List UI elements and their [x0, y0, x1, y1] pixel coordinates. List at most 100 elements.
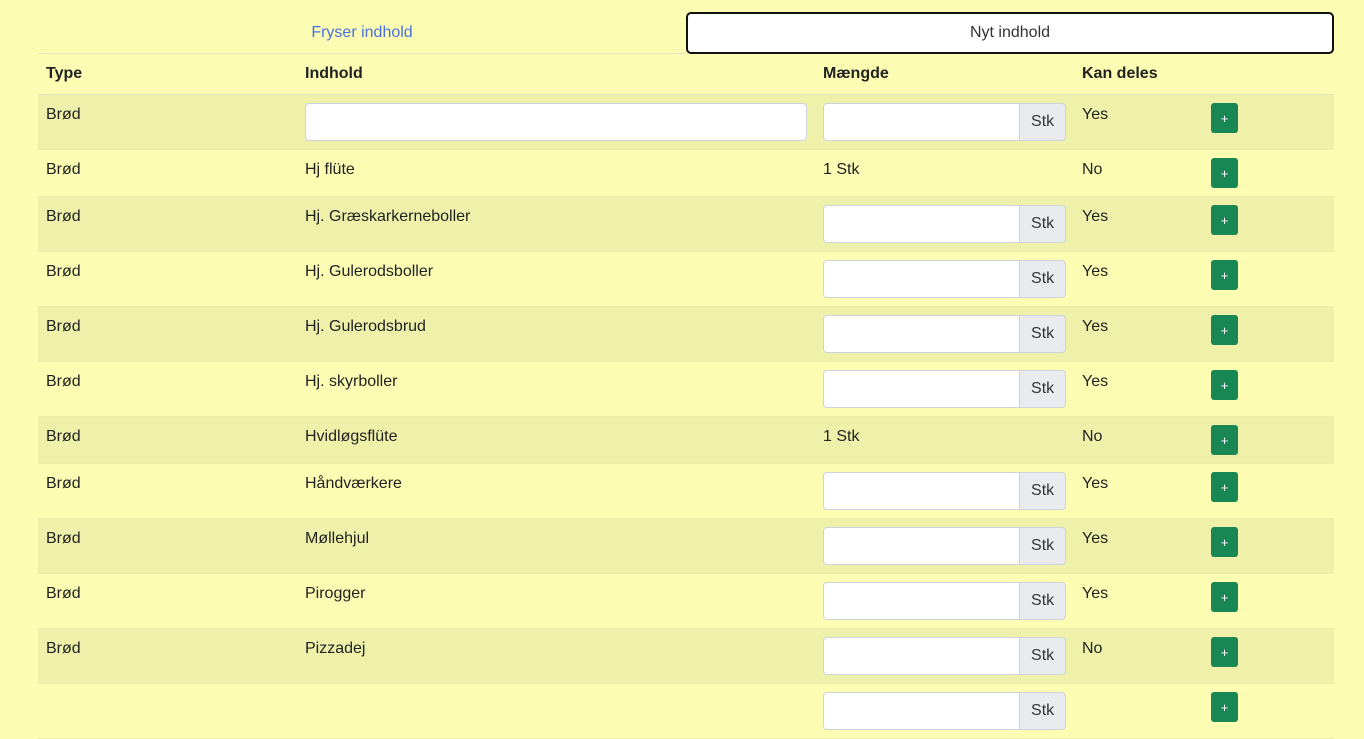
cell-quantity: Stk: [815, 251, 1074, 307]
cell-content: Hvidløgsflüte: [297, 416, 815, 464]
cell-type: Brød: [38, 628, 297, 684]
add-button[interactable]: +: [1211, 637, 1238, 667]
cell-content: [297, 683, 815, 739]
content-name: Pirogger: [305, 585, 366, 602]
cell-shareable: Yes: [1074, 361, 1203, 417]
content-name: Hj flüte: [305, 161, 355, 178]
add-button[interactable]: +: [1211, 103, 1238, 133]
column-header-quantity: Mængde: [815, 54, 1074, 95]
column-header-shareable: Kan deles: [1074, 54, 1203, 95]
content-name: Hj. Græskarkerneboller: [305, 208, 471, 225]
quantity-input-group: Stk: [823, 472, 1066, 510]
cell-action: +: [1203, 683, 1334, 739]
cell-action: +: [1203, 251, 1334, 307]
cell-shareable: Yes: [1074, 463, 1203, 519]
quantity-input-group: Stk: [823, 260, 1066, 298]
cell-quantity: 1 Stk: [815, 416, 1074, 464]
cell-type: Brød: [38, 196, 297, 252]
cell-type: Brød: [38, 463, 297, 519]
quantity-input-group: Stk: [823, 315, 1066, 353]
cell-quantity: Stk: [815, 463, 1074, 519]
cell-content: [297, 94, 815, 150]
shareable-value: Yes: [1082, 585, 1109, 602]
cell-action: +: [1203, 361, 1334, 417]
tab-bar: Fryser indhold Nyt indhold: [38, 0, 1334, 54]
table-row: Brød Hj. Gulerodsboller Stk Yes +: [38, 251, 1334, 307]
add-button[interactable]: +: [1211, 472, 1238, 502]
quantity-input-group: Stk: [823, 205, 1066, 243]
type-value: Brød: [46, 373, 81, 390]
table-body: Brød Stk Yes + Brød Hj flüte 1 Stk No + Brød Hj. G…: [38, 94, 1334, 739]
quantity-input[interactable]: [823, 370, 1020, 408]
column-header-type: Type: [38, 54, 297, 95]
type-value: Brød: [46, 428, 81, 445]
quantity-unit-label: Stk: [1019, 205, 1066, 243]
quantity-unit-label: Stk: [1019, 582, 1066, 620]
content-name: Pizzadej: [305, 640, 366, 657]
cell-shareable: No: [1074, 149, 1203, 197]
table-row: Brød Pizzadej Stk No +: [38, 628, 1334, 684]
cell-quantity: Stk: [815, 628, 1074, 684]
content-name: Møllehjul: [305, 530, 370, 547]
content-name: Hj. Gulerodsbrud: [305, 318, 426, 335]
cell-quantity: Stk: [815, 196, 1074, 252]
type-value: Brød: [46, 530, 81, 547]
quantity-unit-label: Stk: [1019, 315, 1066, 353]
cell-type: Brød: [38, 518, 297, 574]
quantity-input[interactable]: [823, 205, 1020, 243]
table-row: Brød Pirogger Stk Yes +: [38, 573, 1334, 629]
quantity-unit-label: Stk: [1019, 527, 1066, 565]
cell-type: Brød: [38, 306, 297, 362]
cell-shareable: Yes: [1074, 518, 1203, 574]
quantity-input[interactable]: [823, 637, 1020, 675]
quantity-input[interactable]: [823, 260, 1020, 298]
quantity-unit-label: Stk: [1019, 370, 1066, 408]
type-value: Brød: [46, 208, 81, 225]
new-content-input[interactable]: [305, 103, 807, 141]
type-value: Brød: [46, 640, 81, 657]
tab-new-contents[interactable]: Nyt indhold: [686, 12, 1334, 54]
add-button[interactable]: +: [1211, 260, 1238, 290]
cell-shareable: Yes: [1074, 196, 1203, 252]
quantity-input[interactable]: [823, 582, 1020, 620]
type-value: Brød: [46, 318, 81, 335]
add-button[interactable]: +: [1211, 692, 1238, 722]
cell-type: Brød: [38, 361, 297, 417]
add-button[interactable]: +: [1211, 158, 1238, 188]
add-button[interactable]: +: [1211, 582, 1238, 612]
shareable-value: Yes: [1082, 263, 1109, 280]
cell-shareable: No: [1074, 416, 1203, 464]
shareable-value: Yes: [1082, 373, 1109, 390]
quantity-input-group: Stk: [823, 582, 1066, 620]
tab-freezer-contents[interactable]: Fryser indhold: [38, 13, 686, 54]
table-row: Brød Hj. skyrboller Stk Yes +: [38, 361, 1334, 417]
type-value: Brød: [46, 263, 81, 280]
quantity-input-group: Stk: [823, 370, 1066, 408]
type-value: Brød: [46, 475, 81, 492]
quantity-input[interactable]: [823, 472, 1020, 510]
table-row: Brød Håndværkere Stk Yes +: [38, 463, 1334, 519]
cell-shareable: Yes: [1074, 573, 1203, 629]
content-name: Hj. skyrboller: [305, 373, 398, 390]
table-row: Stk +: [38, 683, 1334, 739]
quantity-input[interactable]: [823, 103, 1020, 141]
quantity-input[interactable]: [823, 315, 1020, 353]
cell-quantity: Stk: [815, 306, 1074, 362]
table-row: Brød Hvidløgsflüte 1 Stk No +: [38, 416, 1334, 464]
cell-action: +: [1203, 416, 1334, 464]
shareable-value: Yes: [1082, 530, 1109, 547]
shareable-value: Yes: [1082, 475, 1109, 492]
cell-shareable: Yes: [1074, 306, 1203, 362]
add-button[interactable]: +: [1211, 527, 1238, 557]
cell-content: Hj. Gulerodsbrud: [297, 306, 815, 362]
add-button[interactable]: +: [1211, 205, 1238, 235]
shareable-value: Yes: [1082, 208, 1109, 225]
cell-shareable: No: [1074, 628, 1203, 684]
contents-table: Type Indhold Mængde Kan deles Brød Stk Yes…: [38, 54, 1334, 739]
add-button[interactable]: +: [1211, 425, 1238, 455]
add-button[interactable]: +: [1211, 370, 1238, 400]
cell-content: Pizzadej: [297, 628, 815, 684]
quantity-value: 1 Stk: [823, 161, 860, 178]
add-button[interactable]: +: [1211, 315, 1238, 345]
quantity-input[interactable]: [823, 527, 1020, 565]
